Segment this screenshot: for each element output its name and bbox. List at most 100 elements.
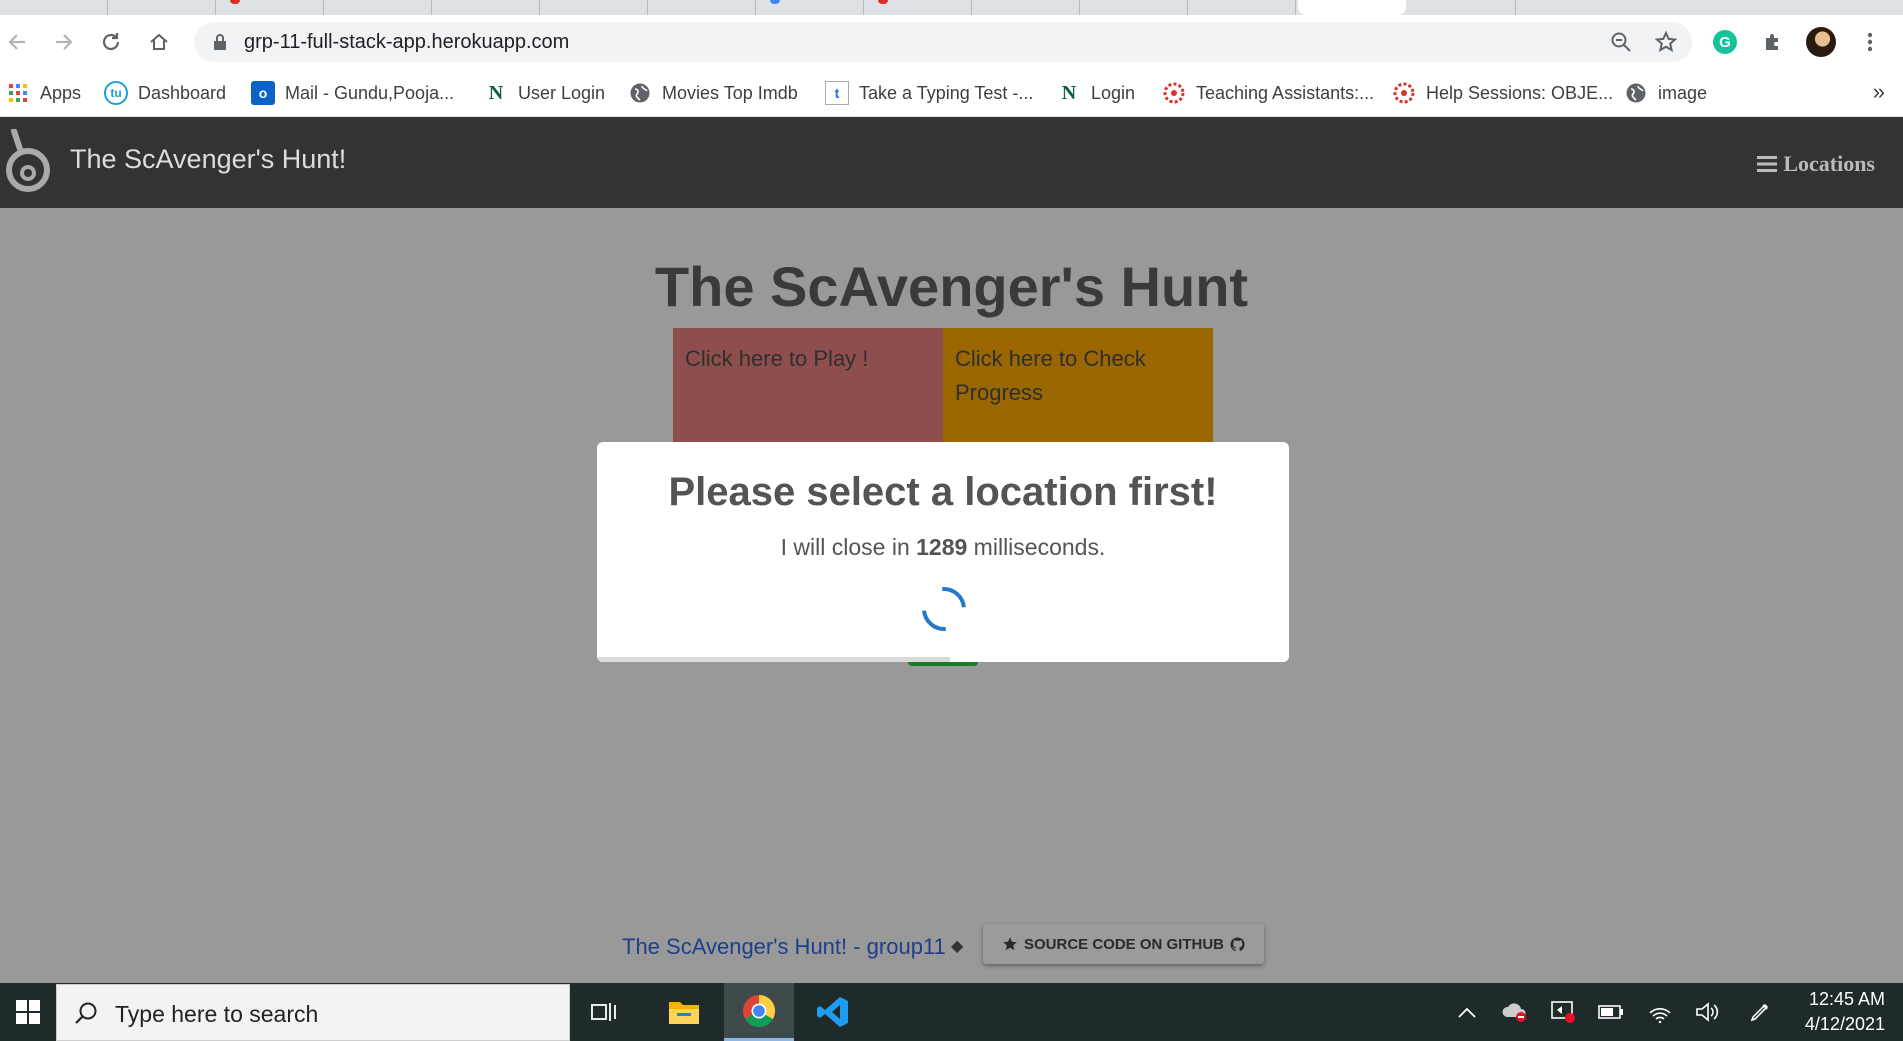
browser-tab[interactable] [540,0,648,15]
bookmark-image[interactable]: image [1624,81,1707,105]
file-explorer-button[interactable] [649,983,719,1041]
windows-taskbar: Type here to search 12:45 AM 4/12/2021 [0,983,1903,1041]
browser-tab[interactable] [972,0,1080,15]
browser-toolbar: grp-11-full-stack-app.herokuapp.com G [0,15,1903,69]
canvas-icon [1392,81,1416,105]
browser-tab[interactable] [432,0,540,15]
zoom-icon[interactable] [1610,31,1632,53]
onedrive-button[interactable] [1495,983,1535,1041]
browser-tab[interactable] [108,0,216,15]
windows-logo-icon [16,1000,40,1024]
search-placeholder: Type here to search [115,1001,319,1027]
github-button-label: SOURCE CODE ON GITHUB [1023,935,1224,953]
canvas-icon [1162,81,1186,105]
bookmark-label: User Login [518,82,606,103]
back-button[interactable] [2,27,32,57]
locations-menu-button[interactable]: Locations [1757,151,1875,177]
bookmark-login[interactable]: N Login [1057,81,1135,105]
bookmark-user-login[interactable]: N User Login [484,81,605,105]
browser-tab[interactable] [324,0,432,15]
bookmark-label: Login [1091,82,1136,103]
bookmark-mail[interactable]: o Mail - Gundu,Pooja... [251,81,454,105]
battery-icon [1598,1005,1623,1019]
modal-message-suffix: milliseconds. [967,534,1106,560]
footer-link[interactable]: The ScAvenger's Hunt! - group11 [622,934,946,960]
wifi-icon [1649,1008,1671,1023]
browser-tab-active[interactable] [1298,0,1406,15]
bookmark-star-icon[interactable] [1654,30,1678,54]
kebab-menu-icon [1867,32,1873,52]
bookmark-help-sessions[interactable]: Help Sessions: OBJE... [1392,81,1613,105]
countdown-value: 1289 [916,534,968,560]
clock-time: 12:45 AM [1808,989,1885,1009]
home-icon [150,33,168,50]
outlook-icon: o [251,81,275,105]
bookmark-label: Apps [40,82,82,103]
pen-workspace-button[interactable] [1740,983,1780,1041]
avatar [1806,27,1836,57]
address-bar[interactable]: grp-11-full-stack-app.herokuapp.com [194,22,1692,62]
volume-button[interactable] [1688,983,1728,1041]
browser-tab[interactable] [1408,0,1516,15]
footer-separator: ◆ [951,938,964,955]
extensions-button[interactable] [1758,27,1788,57]
globe-icon [1624,81,1648,105]
hamburger-icon [1757,156,1778,172]
github-source-button[interactable]: SOURCE CODE ON GITHUB [983,924,1264,964]
reload-icon [102,33,120,51]
bookmark-teaching-assistants[interactable]: Teaching Assistants:... [1162,81,1374,105]
wifi-button[interactable] [1640,983,1680,1041]
cloud-icon [1502,1003,1526,1022]
browser-tab[interactable] [648,0,756,15]
security-tray-button[interactable] [1543,983,1583,1041]
browser-tab[interactable] [1188,0,1296,15]
t-logo-icon: t [825,81,849,105]
browser-tab[interactable] [1080,0,1188,15]
bookmark-apps[interactable]: Apps [6,81,81,105]
bookmarks-overflow-button[interactable]: » [1873,79,1885,105]
battery-button[interactable] [1591,983,1631,1041]
browser-tab[interactable] [756,0,864,15]
vscode-icon [817,997,848,1027]
brand-title[interactable]: The ScAvenger's Hunt! [70,144,346,175]
system-clock[interactable]: 12:45 AM 4/12/2021 [1775,987,1885,1037]
bookmark-typing-test[interactable]: t Take a Typing Test -... [825,81,1033,105]
forward-arrow-icon [56,34,73,50]
monitor-alert-icon [1551,1001,1575,1023]
lock-icon [214,34,226,50]
bookmarks-bar: Apps tu Dashboard o Mail - Gundu,Pooja..… [0,69,1903,117]
alert-modal: Please select a location first! I will c… [597,442,1289,662]
bookmark-label: Dashboard [138,82,227,103]
bookmark-movies[interactable]: Movies Top Imdb [628,81,798,105]
forward-button[interactable] [49,27,79,57]
browser-tab[interactable] [216,0,324,15]
grammarly-extension[interactable]: G [1710,27,1740,57]
tray-overflow-button[interactable] [1447,983,1487,1041]
bookmark-label: Take a Typing Test -... [859,82,1034,103]
bookmark-dashboard[interactable]: tu Dashboard [104,81,226,105]
page-title: The ScAvenger's Hunt [654,255,1249,318]
browser-tab[interactable] [864,0,972,15]
bookmark-label: Mail - Gundu,Pooja... [285,82,455,103]
tu-icon: tu [104,81,128,105]
search-icon [75,1002,97,1024]
loading-spinner-icon [913,578,975,640]
browser-tab[interactable] [0,0,108,15]
task-view-button[interactable] [570,983,640,1041]
vscode-taskbar-button[interactable] [798,983,868,1041]
chrome-menu-button[interactable] [1855,27,1885,57]
timer-progress-track [597,657,1289,662]
folder-icon [669,1002,699,1024]
start-button[interactable] [0,983,56,1041]
reload-button[interactable] [96,27,126,57]
chrome-taskbar-button[interactable] [724,983,794,1041]
taskbar-search-input[interactable]: Type here to search [56,984,570,1041]
profile-button[interactable] [1806,27,1836,57]
apps-grid-icon [6,81,30,105]
app-logo-icon[interactable] [4,129,54,199]
bookmark-label: image [1658,82,1708,103]
home-button[interactable] [144,27,174,57]
locations-label: Locations [1783,151,1875,176]
n-logo-icon: N [1061,81,1077,104]
chrome-icon [743,994,776,1027]
